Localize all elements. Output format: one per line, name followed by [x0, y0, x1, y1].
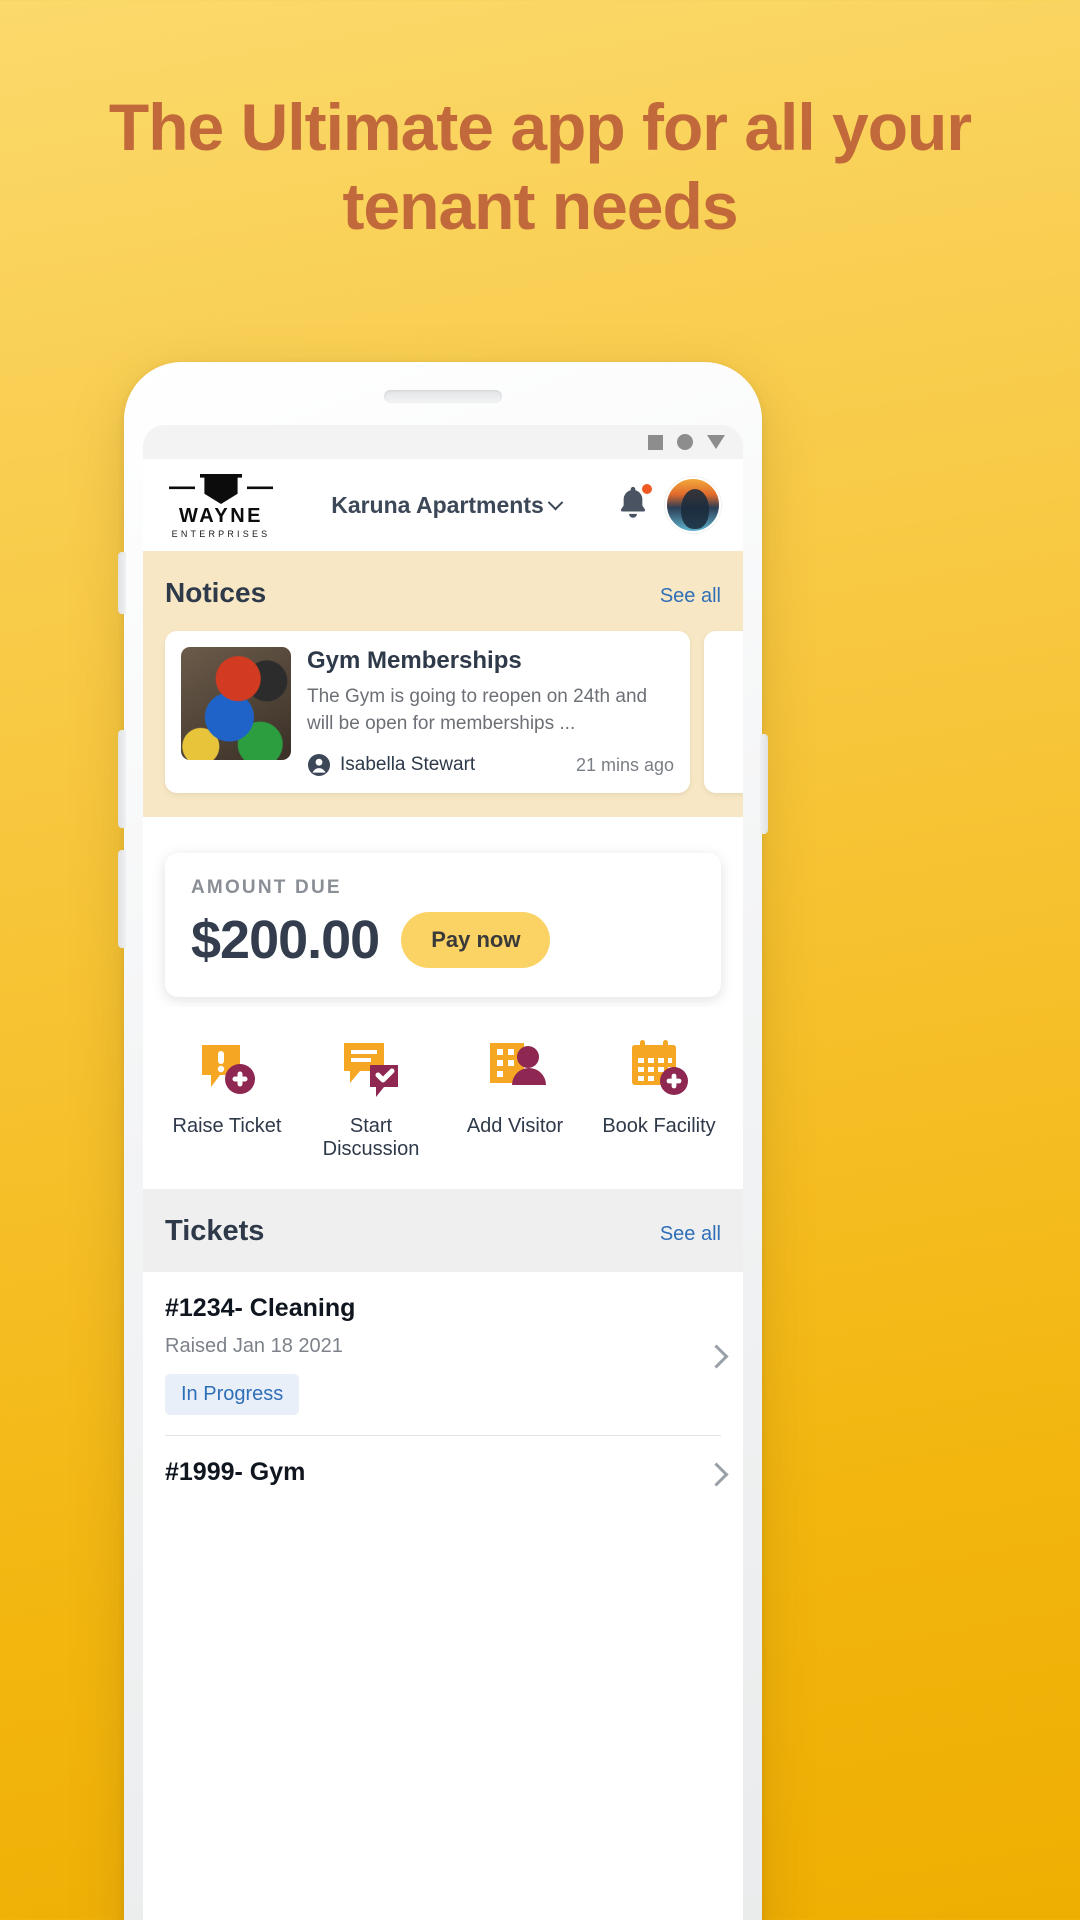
amount-due-label: AMOUNT DUE	[191, 877, 342, 899]
pay-now-button[interactable]: Pay now	[401, 912, 551, 969]
notice-thumbnail	[181, 647, 291, 760]
status-badge: In Progress	[165, 1374, 300, 1416]
quick-action-label: Start Discussion	[322, 1115, 420, 1161]
tickets-see-all-link[interactable]: See all	[660, 1223, 721, 1246]
notice-description: The Gym is going to reopen on 24th and w…	[307, 686, 648, 734]
phone-speaker	[384, 390, 502, 403]
amount-due-card: AMOUNT DUE $200.00 Pay now	[165, 853, 721, 998]
notifications-button[interactable]	[615, 481, 655, 527]
ticket-title: #1234- Cleaning	[165, 1294, 356, 1323]
square-icon	[648, 434, 663, 450]
notice-author-name: Isabella Stewart	[340, 754, 476, 776]
phone-power-button	[760, 734, 768, 834]
apartment-name-label: Karuna Apartments	[331, 491, 544, 518]
chat-bubbles-check-icon	[344, 1043, 398, 1098]
app-header: WAYNE ENTERPRISES Karuna Apartments	[143, 459, 743, 551]
apartment-selector[interactable]: Karuna Apartments	[287, 492, 605, 519]
notice-author: Isabella Stewart	[307, 753, 475, 777]
notices-carousel[interactable]: Gym Memberships The Gym is going to reop…	[165, 631, 743, 794]
calendar-plus-icon	[632, 1040, 688, 1096]
quick-action-label: Add Visitor	[466, 1115, 564, 1138]
tickets-header: Tickets See all	[143, 1189, 743, 1273]
building-person-icon	[490, 1043, 546, 1086]
ticket-row[interactable]: #1999- Gym	[165, 1436, 729, 1507]
notice-title: Gym Memberships	[307, 647, 522, 674]
circle-icon	[677, 434, 693, 450]
quick-action-add-visitor[interactable]: Add Visitor	[443, 1035, 587, 1161]
notification-badge	[640, 481, 654, 496]
notices-see-all-link[interactable]: See all	[660, 585, 721, 608]
quick-action-book-facility[interactable]: Book Facility	[587, 1035, 731, 1161]
person-circle-icon	[308, 754, 330, 777]
quick-action-label: Book Facility	[602, 1115, 716, 1138]
ticket-title: #1999- Gym	[165, 1458, 306, 1487]
wayne-logo[interactable]: WAYNE ENTERPRISES	[165, 471, 277, 539]
notices-header: Notices See all	[165, 577, 721, 609]
phone-volume-up-button	[118, 730, 126, 828]
triangle-down-icon	[707, 435, 725, 449]
notices-title: Notices	[165, 577, 267, 608]
tickets-title: Tickets	[165, 1215, 265, 1248]
amount-due-section: AMOUNT DUE $200.00 Pay now	[143, 817, 743, 1008]
chevron-down-icon	[547, 494, 564, 510]
status-bar	[143, 425, 743, 459]
ticket-row[interactable]: #1234- Cleaning Raised Jan 18 2021 In Pr…	[165, 1272, 729, 1437]
tickets-list: #1234- Cleaning Raised Jan 18 2021 In Pr…	[143, 1272, 743, 1508]
logo-subtitle: ENTERPRISES	[171, 529, 271, 539]
quick-actions: Raise Ticket Start Discussion Add Visito…	[143, 1007, 743, 1190]
phone-side-button	[118, 552, 126, 614]
ticket-date: Raised Jan 18 2021	[165, 1335, 343, 1358]
notice-card[interactable]: Gym Memberships The Gym is going to reop…	[165, 631, 690, 794]
ticket-exclamation-plus-icon	[202, 1045, 255, 1095]
notice-card-next[interactable]	[704, 631, 743, 794]
phone-screen: WAYNE ENTERPRISES Karuna Apartments Noti…	[143, 425, 743, 1920]
wayne-w-shield-icon	[169, 474, 273, 504]
quick-action-start-discussion[interactable]: Start Discussion	[299, 1035, 443, 1161]
phone-volume-down-button	[118, 850, 126, 948]
notice-timestamp: 21 mins ago	[575, 754, 674, 775]
page-title: The Ultimate app for all your tenant nee…	[108, 90, 972, 244]
logo-wordmark: WAYNE	[178, 505, 263, 527]
avatar[interactable]	[665, 477, 721, 533]
notices-section: Notices See all Gym Memberships The Gym …	[143, 551, 743, 818]
amount-due-value: $200.00	[191, 910, 380, 971]
phone-mockup: WAYNE ENTERPRISES Karuna Apartments Noti…	[118, 362, 768, 1920]
quick-action-raise-ticket[interactable]: Raise Ticket	[155, 1035, 299, 1161]
quick-action-label: Raise Ticket	[172, 1115, 282, 1138]
